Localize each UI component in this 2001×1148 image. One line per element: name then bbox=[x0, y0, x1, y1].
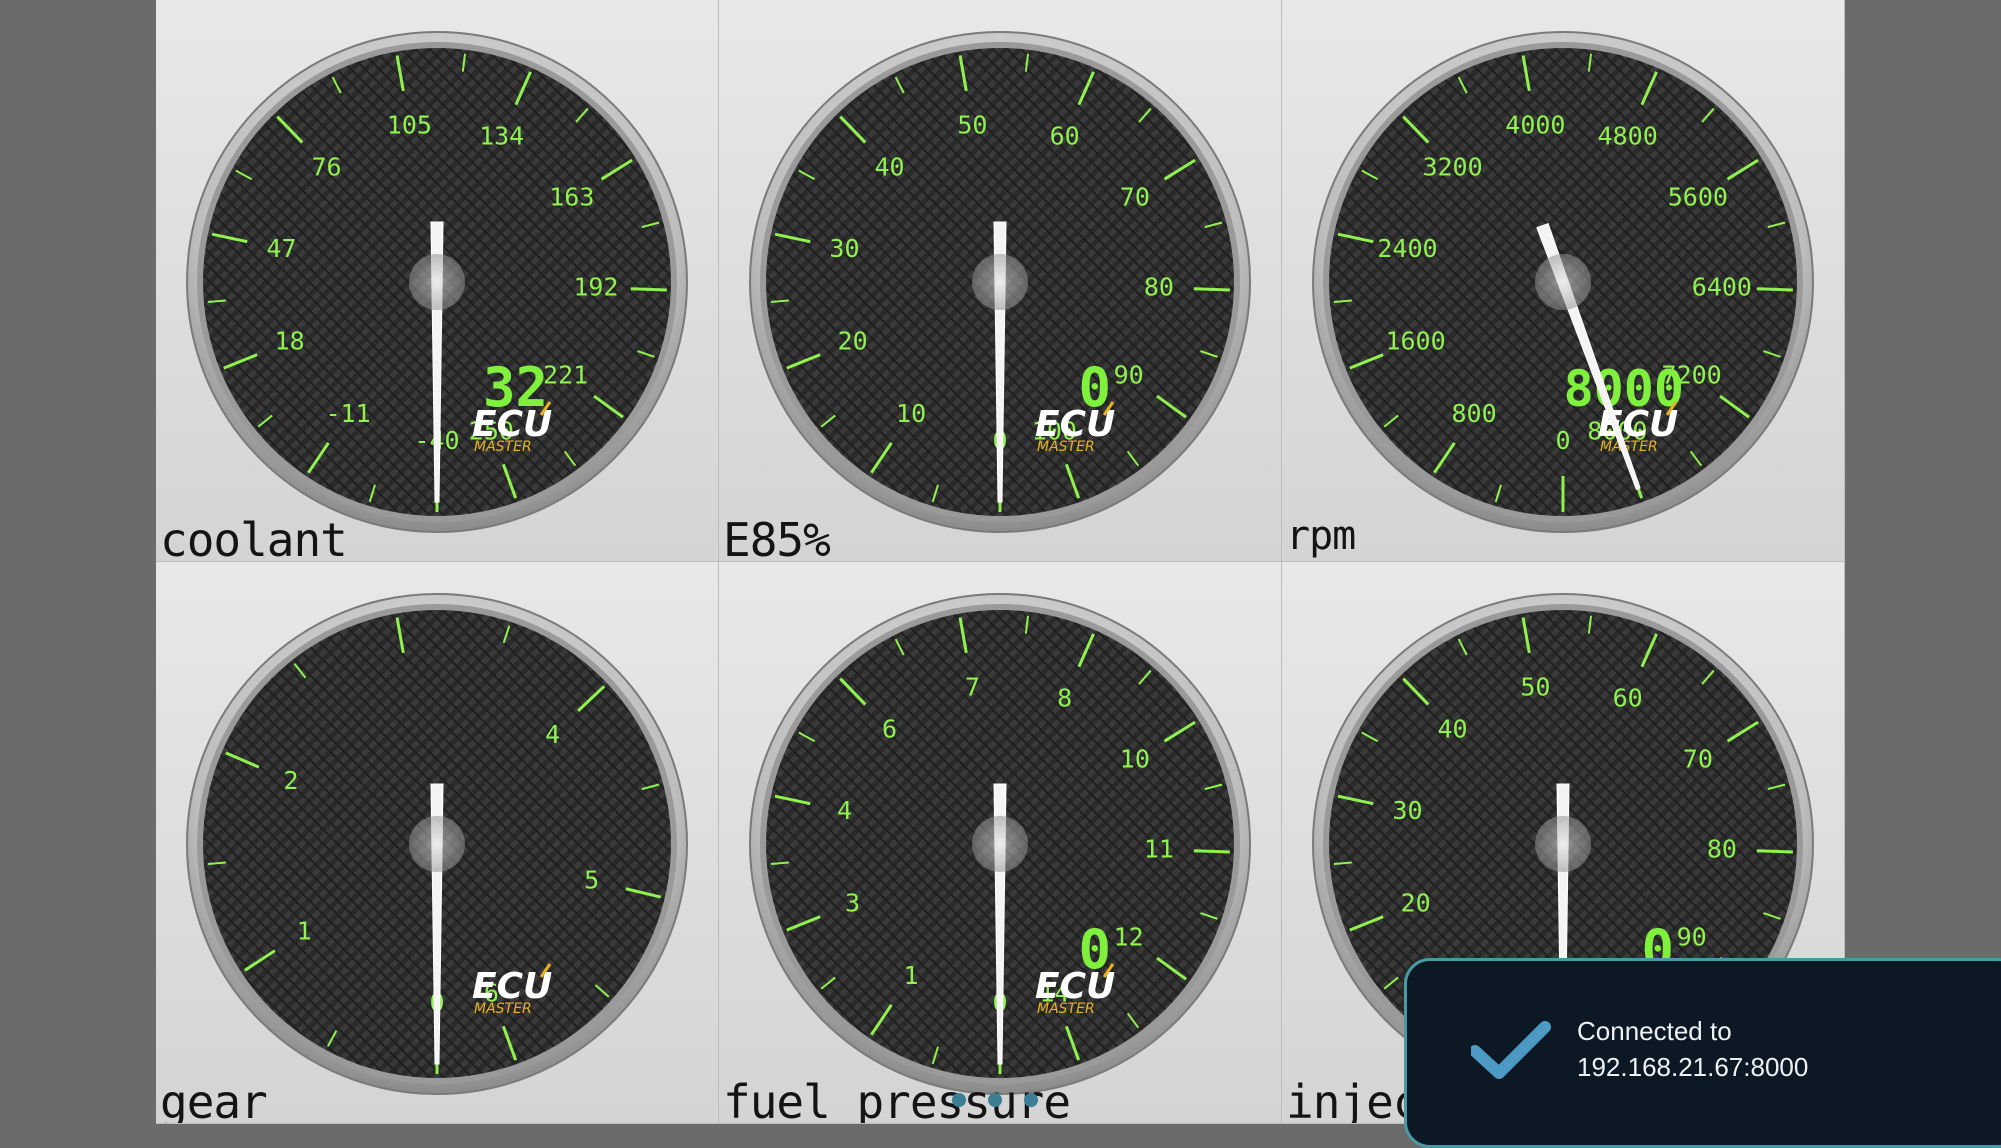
tick-label: 2400 bbox=[1377, 234, 1437, 263]
gauge-label: rpm bbox=[1286, 513, 1356, 559]
tick-label: 10 bbox=[1120, 745, 1150, 774]
tick-label: 0 bbox=[1555, 426, 1570, 455]
tick-label: -11 bbox=[326, 399, 371, 428]
tick-label: 90 bbox=[1677, 922, 1707, 951]
gauge-dial: 0134678101112140ECUMASTER bbox=[749, 593, 1251, 1095]
tick-label: 5 bbox=[584, 866, 599, 895]
needle-hub bbox=[409, 254, 465, 310]
page-dot[interactable] bbox=[1024, 1093, 1038, 1107]
tick-label: 8 bbox=[1057, 684, 1072, 713]
major-tick bbox=[1193, 287, 1230, 292]
tick-label: 18 bbox=[275, 327, 305, 356]
tick-label: 4800 bbox=[1598, 122, 1658, 151]
gauge-dial: 01020304050607080901000ECUMASTER bbox=[749, 31, 1251, 533]
gauge-dial: -40-1118477610513416319222125032ECUMASTE… bbox=[186, 31, 688, 533]
tick-label: 70 bbox=[1683, 745, 1713, 774]
gauge-fuel-pressure[interactable]: 0134678101112140ECUMASTERfuel pressure bbox=[719, 562, 1282, 1124]
gauge-label: E85% bbox=[723, 513, 831, 562]
tick-label: 5600 bbox=[1668, 183, 1728, 212]
svg-text:MASTER: MASTER bbox=[1037, 439, 1095, 455]
tick-label: 40 bbox=[1437, 715, 1467, 744]
gauge-dial: 012456ECUMASTER bbox=[186, 593, 688, 1095]
tick-label: 1 bbox=[297, 916, 312, 945]
tick-label: 192 bbox=[573, 273, 618, 302]
tick-label: 7 bbox=[965, 672, 980, 701]
page-dot[interactable] bbox=[988, 1093, 1002, 1107]
page-indicator bbox=[952, 1093, 1052, 1113]
tick-label: 60 bbox=[1613, 684, 1643, 713]
gauge-dial: 08001600240032004000 48005600640072008000… bbox=[1312, 31, 1814, 533]
gauge-dashboard: -40-1118477610513416319222125032ECUMASTE… bbox=[156, 0, 1845, 1125]
svg-text:MASTER: MASTER bbox=[474, 1001, 532, 1017]
tick-label: 3200 bbox=[1422, 153, 1482, 182]
tick-label: 60 bbox=[1050, 122, 1080, 151]
tick-label: 6400 bbox=[1692, 273, 1752, 302]
tick-label: 76 bbox=[311, 153, 341, 182]
tick-label: 20 bbox=[838, 327, 868, 356]
svg-text:MASTER: MASTER bbox=[1600, 439, 1658, 455]
gauge-coolant[interactable]: -40-1118477610513416319222125032ECUMASTE… bbox=[156, 0, 719, 562]
tick-label: 90 bbox=[1114, 360, 1144, 389]
tick-label: 105 bbox=[387, 110, 432, 139]
major-tick bbox=[1756, 287, 1793, 292]
tick-label: 1 bbox=[904, 961, 919, 990]
tick-label: 11 bbox=[1144, 835, 1174, 864]
page-dot[interactable] bbox=[952, 1093, 966, 1107]
tick-label: 80 bbox=[1707, 835, 1737, 864]
tick-label: 50 bbox=[957, 110, 987, 139]
tick-label: 12 bbox=[1114, 922, 1144, 951]
tick-label: 1600 bbox=[1385, 327, 1445, 356]
gauge-label: coolant bbox=[160, 513, 348, 562]
svg-text:MASTER: MASTER bbox=[474, 439, 532, 455]
needle-hub bbox=[972, 816, 1028, 872]
tick-label: 4 bbox=[545, 720, 560, 749]
tick-label: 163 bbox=[549, 183, 594, 212]
gauge-label: gear bbox=[160, 1075, 268, 1124]
gauge-rpm[interactable]: 0 800 1600 2400 3200 4000 4800 5600 6400 7200 8000… bbox=[1282, 0, 1845, 562]
connection-toast[interactable]: Connected to 192.168.21.67:8000 bbox=[1404, 958, 2001, 1148]
tick-label: 2 bbox=[283, 766, 298, 795]
major-tick bbox=[630, 287, 667, 292]
needle-hub bbox=[1535, 816, 1591, 872]
tick-label: 30 bbox=[1392, 796, 1422, 825]
tick-label: 20 bbox=[1401, 889, 1431, 918]
svg-text:MASTER: MASTER bbox=[1037, 1001, 1095, 1017]
tick-label: 3 bbox=[845, 889, 860, 918]
tick-label: 50 bbox=[1520, 672, 1550, 701]
toast-message: Connected to 192.168.21.67:8000 bbox=[1577, 1013, 1808, 1085]
tick-label: 4000 bbox=[1505, 110, 1565, 139]
tick-label: 221 bbox=[543, 360, 588, 389]
tick-label: 40 bbox=[874, 153, 904, 182]
needle-hub bbox=[409, 816, 465, 872]
toast-line-1: Connected to bbox=[1577, 1016, 1732, 1046]
tick-label: 47 bbox=[266, 234, 296, 263]
tick-label: 134 bbox=[479, 122, 524, 151]
tick-label: 10 bbox=[896, 399, 926, 428]
needle-hub bbox=[972, 254, 1028, 310]
tick-label: 6 bbox=[882, 715, 897, 744]
gauge-e85[interactable]: 01020304050607080901000ECUMASTERE85% bbox=[719, 0, 1282, 562]
toast-line-2: 192.168.21.67:8000 bbox=[1577, 1052, 1809, 1082]
tick-label: 800 bbox=[1452, 399, 1497, 428]
tick-label: 30 bbox=[829, 234, 859, 263]
gauge-gear[interactable]: 012456ECUMASTERgear bbox=[156, 562, 719, 1124]
tick-label: 4 bbox=[837, 796, 852, 825]
major-tick bbox=[1193, 849, 1230, 854]
major-tick bbox=[1756, 849, 1793, 854]
check-icon bbox=[1471, 1021, 1551, 1079]
tick-label: 80 bbox=[1144, 273, 1174, 302]
tick-label: 70 bbox=[1120, 183, 1150, 212]
needle-hub bbox=[1535, 254, 1591, 310]
